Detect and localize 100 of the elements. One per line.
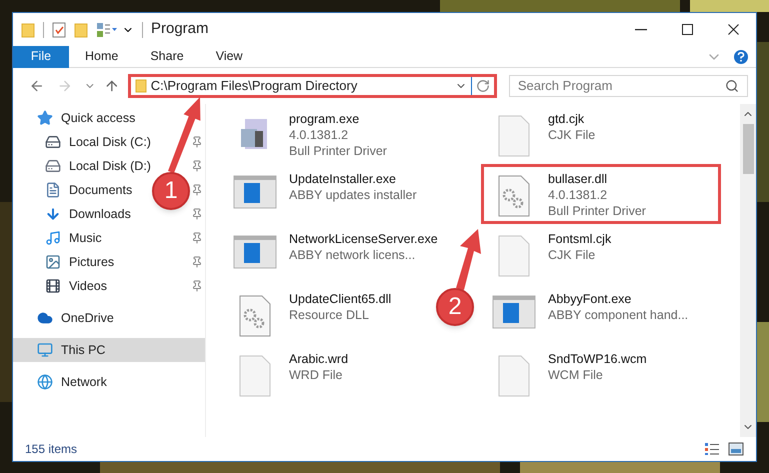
sidebar-label: Local Disk (C:) — [69, 134, 151, 151]
sidebar-item[interactable]: Local Disk (D:) — [13, 154, 155, 178]
scrollbar-thumb[interactable] — [742, 124, 754, 174]
download-icon — [45, 206, 61, 222]
pointer-arrow — [454, 228, 482, 290]
sidebar-label: Quick access — [61, 110, 136, 127]
file-detail: ABBY network licens... — [289, 247, 416, 263]
pin-icon[interactable] — [191, 184, 203, 196]
file-name: program.exe — [289, 111, 360, 127]
close-icon — [728, 24, 738, 35]
file-detail: ABBY component hand... — [548, 307, 688, 323]
window-icon — [233, 235, 277, 269]
search-icon — [725, 79, 739, 93]
search-field[interactable]: Search Program — [508, 75, 748, 97]
sidebar-label: Documents — [69, 182, 132, 199]
file-name: gtd.cjk — [548, 111, 586, 127]
pin-icon[interactable] — [191, 160, 203, 172]
file-item[interactable]: NetworkLicenseServer.exe ABBY network licens... — [222, 224, 449, 284]
details-view-icon[interactable] — [704, 442, 720, 456]
sidebar-item[interactable]: Downloads — [13, 202, 135, 226]
address-path: C:\Program Files\Program Directory — [150, 77, 358, 96]
pin-icon[interactable] — [191, 208, 203, 220]
sidebar-item[interactable]: Videos — [13, 274, 111, 298]
ribbon-tab[interactable]: Home — [69, 46, 134, 68]
window-icon — [492, 295, 536, 329]
network-icon — [37, 374, 53, 390]
up-icon[interactable] — [104, 78, 120, 94]
sidebar-item[interactable]: Quick access — [13, 106, 144, 130]
pin-icon[interactable] — [191, 232, 203, 244]
file-detail: CJK File — [548, 127, 596, 143]
star-icon — [37, 110, 53, 126]
file-name: bullaser.dll — [548, 171, 608, 187]
pin-icon[interactable] — [191, 256, 203, 268]
properties-icon[interactable] — [52, 22, 66, 38]
drive-icon — [45, 134, 61, 150]
film-icon — [45, 278, 61, 294]
sidebar-item[interactable]: OneDrive — [13, 306, 122, 330]
pin-icon[interactable] — [191, 280, 203, 292]
item-count: 155 items — [25, 441, 78, 458]
sidebar-label: Pictures — [69, 254, 114, 271]
file-item[interactable]: Arabic.wrd WRD File — [222, 344, 360, 404]
music-icon — [45, 230, 61, 246]
file-icon — [238, 355, 272, 397]
ribbon-tab[interactable]: View — [200, 46, 259, 68]
help-icon[interactable] — [734, 50, 748, 64]
window-title: Program — [151, 19, 209, 40]
file-detail: WRD File — [289, 367, 344, 383]
sidebar-item[interactable]: Music — [13, 226, 106, 250]
file-icon — [497, 115, 531, 157]
search-input[interactable]: Search Program — [518, 76, 725, 96]
folder-icon[interactable] — [21, 22, 35, 38]
file-detail: ABBY updates installer — [289, 187, 417, 203]
ribbon-tab[interactable]: Share — [134, 46, 200, 68]
highlighted-file-item[interactable]: bullaser.dll 4.0.1381.2 Bull Printer Driver — [481, 164, 721, 224]
window-icon — [233, 175, 277, 209]
address-bar[interactable]: C:\Program Files\Program Directory — [128, 74, 497, 98]
sidebar-item[interactable]: Local Disk (C:) — [13, 130, 155, 154]
sidebar-label: OneDrive — [61, 310, 114, 327]
picture-icon — [45, 254, 61, 270]
refresh-icon[interactable] — [476, 79, 490, 93]
file-item[interactable]: SndToWP16.wcm WCM File — [481, 344, 658, 404]
sidebar-item[interactable]: Network — [13, 370, 115, 394]
sidebar-label: Downloads — [69, 206, 131, 223]
file-detail: Resource DLL — [289, 307, 370, 323]
file-name: UpdateInstaller.exe — [289, 171, 398, 187]
sidebar-label: Videos — [69, 278, 107, 295]
new-folder-icon[interactable] — [74, 22, 88, 38]
sidebar-label: Local Disk (D:) — [69, 158, 151, 175]
file-name: Arabic.wrd — [289, 351, 348, 367]
drive-icon — [45, 158, 61, 174]
pin-icon[interactable] — [191, 136, 203, 148]
file-detail: Bull Printer Driver — [289, 143, 387, 159]
file-icon — [497, 235, 531, 277]
file-detail: Bull Printer Driver — [548, 203, 646, 219]
ribbon-tab[interactable]: File — [13, 46, 69, 68]
file-name: AbbyyFont.exe — [548, 291, 632, 307]
file-item[interactable]: UpdateClient65.dll Resource DLL — [222, 284, 402, 344]
file-detail: WCM File — [548, 367, 604, 383]
sidebar-item[interactable]: Documents — [13, 178, 136, 202]
maximize-icon — [682, 24, 692, 35]
sidebar-label: Music — [69, 230, 102, 247]
file-item[interactable]: UpdateInstaller.exe ABBY updates installer — [222, 164, 428, 224]
sidebar-label: Network — [61, 374, 107, 391]
file-icon — [497, 355, 531, 397]
file-detail: CJK File — [548, 247, 596, 263]
folder-icon — [134, 79, 147, 93]
back-icon[interactable] — [29, 78, 45, 94]
monitor-icon — [37, 342, 53, 358]
file-item[interactable]: Fontsml.cjk CJK File — [481, 224, 622, 284]
sidebar-item[interactable]: This PC — [13, 338, 205, 362]
file-item[interactable]: program.exe 4.0.1381.2 Bull Printer Driver — [222, 104, 398, 164]
sidebar-item[interactable]: Pictures — [13, 250, 118, 274]
file-name: Fontsml.cjk — [548, 231, 612, 247]
cloud-icon — [37, 310, 53, 326]
large-icons-view-icon[interactable] — [728, 442, 744, 456]
file-item[interactable]: AbbyyFont.exe ABBY component hand... — [481, 284, 700, 344]
file-item[interactable]: gtd.cjk CJK File — [481, 104, 606, 164]
document-icon — [45, 182, 61, 198]
gear-file-icon — [497, 175, 531, 217]
view-options-icon[interactable] — [96, 22, 118, 38]
